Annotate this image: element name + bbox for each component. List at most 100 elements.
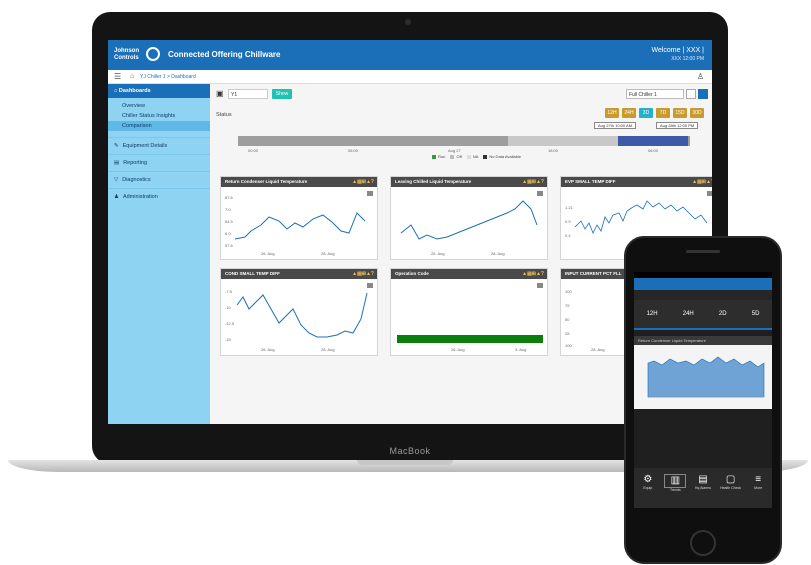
breadcrumb[interactable]: YJ Chiller 1 > Dashboard [140,74,196,80]
show-button[interactable]: Show [272,89,292,99]
sidebar-item-reporting[interactable]: ▤ Reporting [108,154,210,171]
sidebar-item-administration[interactable]: ♟ Administration [108,188,210,205]
period-button[interactable]: 12H [605,108,619,118]
x-tick: 3. Aug [515,347,526,352]
sidebar-subitem-comparison[interactable]: Comparison [108,121,210,131]
filter-icon: ▽ [114,177,119,183]
status-segment [508,136,618,146]
y-tick: 67.6 [225,195,234,200]
status-tick: 06:00 [648,148,659,153]
phone-app-header [634,278,772,290]
chart-panel: COND SMALL TEMP DIFF ▲▤⊞▲? -7.5 -10 -12.5… [220,268,378,356]
phone-nav-label: Trends [670,488,681,492]
welcome-time: XXX 12:00 PM [671,56,704,62]
x-tick: 28. Aug [591,347,605,352]
phone-nav-equip[interactable]: ⚙ Equip [637,474,659,508]
user-icon[interactable]: ♙ [697,72,704,81]
home-icon[interactable]: ⌂ [130,73,134,80]
panel-title: INPUT CURRENT PCT FLL [565,271,622,276]
panel-tools-icon[interactable]: ▲▤⊞▲? [352,177,374,187]
y-tick: 0.4 [565,233,571,238]
menu-icon: ≡ [755,474,762,485]
operation-bar [397,335,543,343]
panel-menu-icon[interactable] [537,283,543,288]
phone-screen: 12H 24H 2D 5D Return Condenser Liquid Te… [634,272,772,508]
panel-menu-icon[interactable] [367,191,373,196]
phone-range-button[interactable]: 5D [752,311,760,317]
sidebar-subitem-insights[interactable]: Chiller Status Insights [108,111,210,121]
status-segment-selected [618,136,688,146]
chart-panel: Leaving Chilled Liquid Temperature ▲▤⊞▲? … [390,176,548,260]
phone-range-button[interactable]: 24H [683,311,694,317]
phone-nav-more[interactable]: ≡ More [747,474,769,508]
phone-range-selector: 12H 24H 2D 5D [634,300,772,328]
phone-speaker [686,250,720,253]
operation-code-chart: 26. Aug 3. Aug [397,335,543,352]
panel-tools-icon[interactable]: ▲▤⊞▲? [692,177,712,187]
logo-line-1: Johnson [114,48,139,54]
person-icon: ♟ [114,194,119,200]
clipboard-icon: ▢ [725,474,736,485]
sidebar-item-equipment[interactable]: ✎ Equipment Details [108,137,210,154]
phone-nav-alarms[interactable]: ▤ Hq Alarms [692,474,714,508]
hamburger-menu-icon[interactable]: ☰ [114,73,121,81]
period-button[interactable]: 7D [656,108,670,118]
app-title: Connected Offering Chillware [168,50,281,59]
phone-home-button[interactable] [690,530,716,556]
status-tick: 18:00 [548,148,559,153]
asset-input[interactable]: Y1 [228,89,268,99]
y-tick: 7.0 [225,207,231,212]
laptop-screen: Johnson Controls Connected Offering Chil… [108,40,712,424]
legend-item: NA [472,154,479,159]
chart-panel: Return Condenser Liquid Temperature ▲▤⊞▲?… [220,176,378,260]
phone-nav-label: Hq Alarms [694,486,712,490]
period-button[interactable]: 30D [690,108,704,118]
sidebar-subitem-overview[interactable]: Overview [108,101,210,111]
phone-nav-label: Health Check [720,486,742,490]
sidebar-item-label: Diagnostics [122,177,151,183]
panel-header: Leaving Chilled Liquid Temperature ▲▤⊞▲? [391,177,547,187]
phone-nav-label: Equip [643,486,653,490]
range-select[interactable]: Full Chiller 1 [626,89,684,99]
legend-item: Run [438,154,446,159]
status-tick: 06:00 [348,148,359,153]
welcome-user[interactable]: Welcome | XXX | XXX 12:00 PM [651,46,704,64]
y-tick: 100 [565,289,572,294]
app-header: Johnson Controls Connected Offering Chil… [108,40,712,70]
panel-tools-icon[interactable]: ▲▤⊞▲? [522,177,544,187]
settings-icon[interactable] [698,89,708,99]
period-button-selected[interactable]: 3D [639,108,653,118]
sidebar-item-dashboards[interactable]: ⌂ Dashboards [108,84,210,98]
chart-panel: Operation Code ▲▤⊞▲? 26. Aug 3. Aug [390,268,548,356]
status-label: Status [216,112,232,118]
status-tick: Aug 27 [448,148,461,153]
period-button[interactable]: 24H [622,108,636,118]
phone-card-title: Return Condenser Liquid Temperature [634,336,772,345]
phone-nav-trends[interactable]: ▥ Trends [664,474,687,508]
y-tick: -7.5 [225,289,233,294]
y-tick: 25 [565,331,570,336]
panel-tools-icon[interactable]: ▲▤⊞▲? [352,269,374,279]
phone-nav-health[interactable]: ▢ Health Check [720,474,742,508]
sidebar-item-diagnostics[interactable]: ▽ Diagnostics [108,171,210,188]
panel-tools-icon[interactable]: ▲▤⊞▲? [522,269,544,279]
gear-icon: ⚙ [643,474,653,485]
panel-menu-icon[interactable] [537,191,543,196]
phone-range-button[interactable]: 2D [719,311,727,317]
y-tick: 100 [565,343,572,348]
panel-menu-icon[interactable] [367,283,373,288]
status-bar[interactable] [238,136,690,146]
period-button[interactable]: 15D [673,108,687,118]
sidebar-item-label: Dashboards [118,88,151,94]
logo-badge-icon [146,47,160,61]
phone-range-button[interactable]: 12H [647,311,658,317]
y-tick: 0.9 [565,219,571,224]
x-tick: 26. Aug [261,251,275,256]
panel-menu-icon[interactable] [707,191,712,196]
export-icon[interactable] [686,89,696,99]
legend-item: Off [456,154,462,159]
line-chart: -7.5 -10 -12.5 -15 26. Aug 28. Aug [225,289,368,352]
phone-bottom-nav: ⚙ Equip ▥ Trends ▤ Hq Alarms ▢ Health Check … [634,468,772,508]
line-chart: 26. Aug 28. Aug [400,200,538,256]
status-timeline: Aug 27th 10:00 AM Aug 28th 12:00 PM 00:0… [228,122,700,160]
